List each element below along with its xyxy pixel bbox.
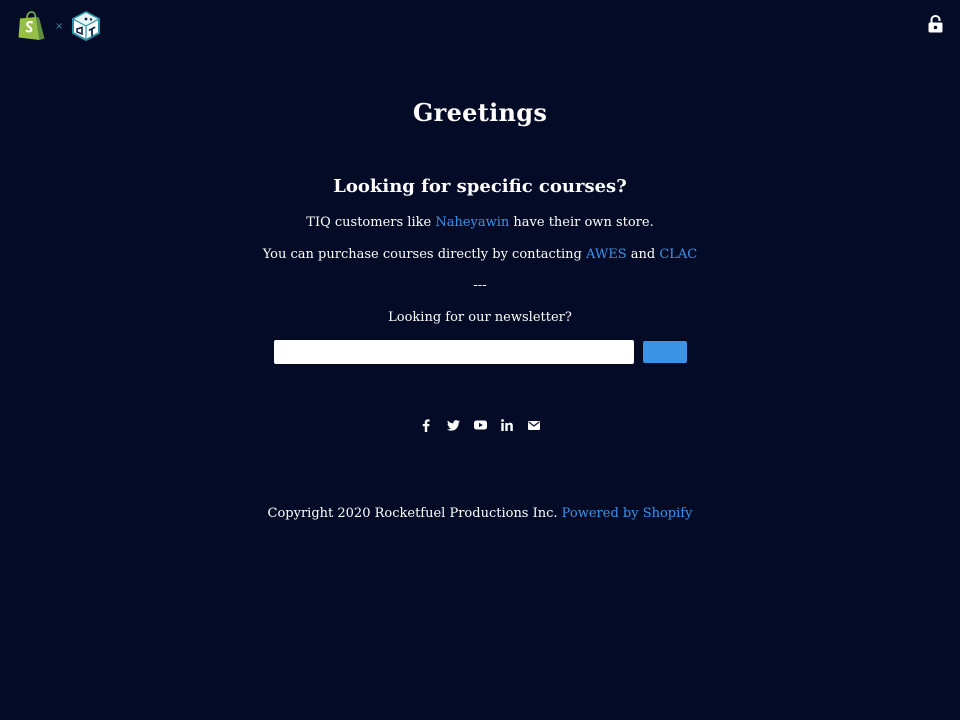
customers-line: TIQ customers like Naheyawin have their … xyxy=(0,214,960,232)
email-icon xyxy=(528,420,540,430)
linkedin-icon xyxy=(501,419,513,431)
customers-prefix: TIQ customers like xyxy=(306,215,436,230)
purchase-middle: and xyxy=(626,247,660,262)
lock-icon xyxy=(928,15,943,33)
logo-separator: × xyxy=(55,20,64,32)
purchase-prefix: You can purchase courses directly by con… xyxy=(262,247,586,262)
email-input[interactable] xyxy=(274,340,634,364)
shopify-bag-icon xyxy=(18,11,45,40)
facebook-icon xyxy=(422,418,430,432)
youtube-link[interactable] xyxy=(473,417,488,433)
copyright-text: Copyright 2020 Rocketfuel Productions In… xyxy=(267,506,562,521)
newsletter-prompt: Looking for our newsletter? xyxy=(388,310,572,325)
purchase-line: You can purchase courses directly by con… xyxy=(0,246,960,264)
courses-heading: Looking for specific courses? xyxy=(333,176,627,197)
newsletter-form xyxy=(274,340,687,364)
naheyawin-link[interactable]: Naheyawin xyxy=(435,215,509,230)
page-title: Greetings xyxy=(412,98,548,127)
powered-by-shopify-link[interactable]: Powered by Shopify xyxy=(562,506,693,521)
cube-logo-icon xyxy=(72,10,101,42)
subscribe-button[interactable] xyxy=(643,341,687,363)
twitter-link[interactable] xyxy=(446,417,461,433)
linkedin-link[interactable] xyxy=(500,417,515,433)
youtube-icon xyxy=(473,420,487,430)
text-divider: --- xyxy=(473,278,487,293)
footer-copyright: Copyright 2020 Rocketfuel Productions In… xyxy=(0,505,960,523)
awes-link[interactable]: AWES xyxy=(586,247,627,262)
twitter-icon xyxy=(446,419,460,431)
facebook-link[interactable] xyxy=(419,417,434,433)
lock-button[interactable] xyxy=(928,15,943,33)
customers-suffix: have their own store. xyxy=(509,215,654,230)
header-logos: × xyxy=(18,10,102,42)
clac-link[interactable]: CLAC xyxy=(659,247,697,262)
email-link[interactable] xyxy=(527,417,542,433)
social-links xyxy=(0,417,960,433)
